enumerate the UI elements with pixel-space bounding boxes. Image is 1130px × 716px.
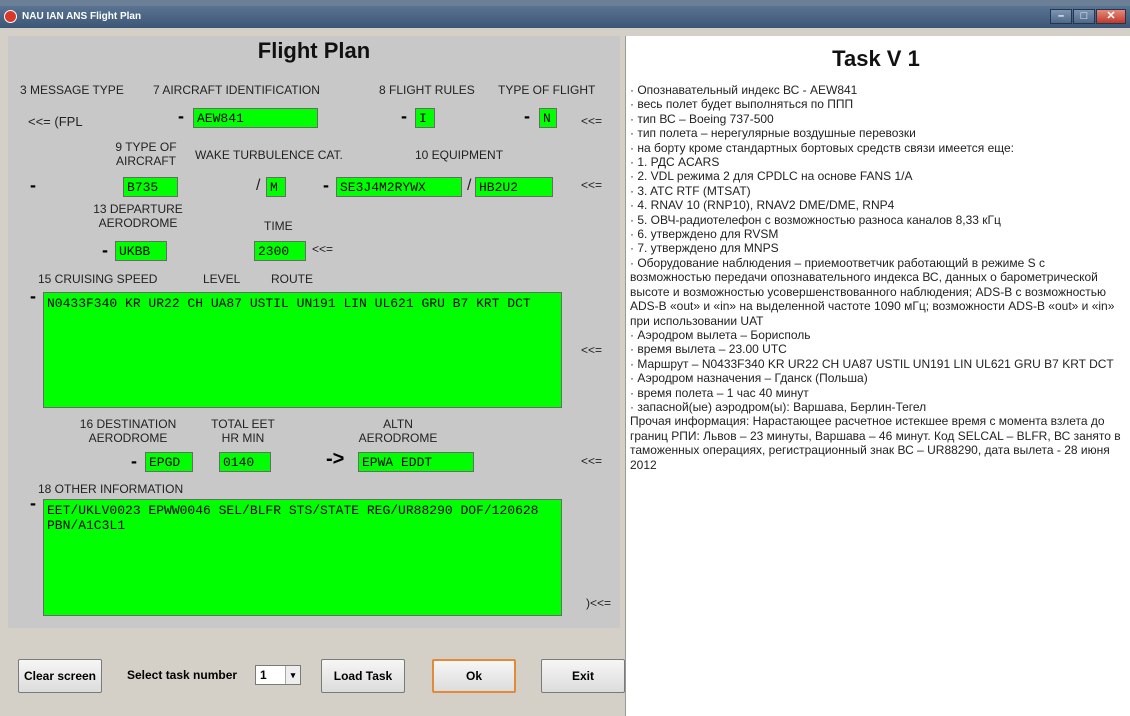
- task-line: · весь полет будет выполняться по ППП: [630, 97, 854, 112]
- task-line: · тип полета – нерегулярные воздушные пе…: [630, 126, 916, 141]
- departure-field[interactable]: UKBB: [115, 241, 167, 261]
- task-line: · Маршрут – N0433F340 KR UR22 CH UA87 US…: [630, 356, 1114, 371]
- window-title: NAU IAN ANS Flight Plan: [22, 11, 142, 22]
- row-end-arrow: <<=: [581, 454, 603, 468]
- label-altn-1: ALTN: [383, 417, 413, 431]
- dash: -: [30, 493, 36, 513]
- dash: -: [30, 175, 36, 195]
- task-line: · Опознавательный индекс ВС - AEW841: [630, 83, 858, 97]
- aircraft-id-field[interactable]: AEW841: [193, 108, 318, 128]
- control-bar: Clear screen Select task number 1 ▾ Load…: [0, 630, 625, 716]
- task-panel[interactable]: Task V 1 · Опознавательный индекс ВС - A…: [625, 36, 1130, 716]
- label-type-of-flight: TYPE OF FLIGHT: [498, 83, 596, 97]
- label-flight-rules: 8 FLIGHT RULES: [379, 83, 475, 97]
- aircraft-type-field[interactable]: B735: [123, 177, 178, 197]
- task-line: · Аэродром назначения – Гданск (Польша): [630, 371, 868, 386]
- task-description: · Опознавательный индекс ВС - AEW841 · в…: [630, 83, 1124, 472]
- minimize-button[interactable]: –: [1050, 9, 1072, 24]
- task-line: · 2. VDL режима 2 для CPDLC на основе FA…: [630, 169, 913, 184]
- label-destination-1: 16 DESTINATION: [79, 417, 177, 431]
- form-title: Flight Plan: [257, 38, 371, 63]
- dash: -: [323, 175, 329, 195]
- dash: -: [524, 106, 530, 126]
- task-number-value: 1: [260, 668, 267, 682]
- task-line: · 1. РДС ACARS: [630, 155, 720, 170]
- task-line: · Оборудование наблюдения – приемоответч…: [630, 255, 1115, 328]
- task-line: · 7. утверждено для MNPS: [630, 241, 779, 256]
- label-equipment: 10 EQUIPMENT: [415, 148, 504, 162]
- chevron-down-icon[interactable]: ▾: [285, 666, 300, 684]
- slash: /: [256, 177, 261, 194]
- label-total-eet-1: TOTAL EET: [211, 417, 275, 431]
- label-aircraft-id: 7 AIRCRAFT IDENTIFICATION: [153, 83, 320, 97]
- task-line: · запасной(ые) аэродром(ы): Варшава, Бер…: [630, 399, 927, 414]
- type-of-flight-field[interactable]: N: [539, 108, 557, 128]
- label-time: TIME: [264, 219, 293, 233]
- altn-field[interactable]: EPWA EDDT: [358, 452, 474, 472]
- row-end-arrow: <<=: [312, 242, 334, 256]
- other-info-field[interactable]: EET/UKLV0023 EPWW0046 SEL/BLFR STS/STATE…: [43, 499, 562, 616]
- task-line: · время полета – 1 час 40 минут: [630, 385, 809, 400]
- label-total-eet-2: HR MIN: [221, 431, 265, 445]
- label-destination-2: AERODROME: [88, 431, 168, 445]
- surveillance-equipment-field[interactable]: HB2U2: [475, 177, 553, 197]
- maximize-button[interactable]: □: [1073, 9, 1095, 24]
- row-end-arrow: <<=: [581, 114, 603, 128]
- flight-plan-form: Flight Plan 3 MESSAGE TYPE 7 AIRCRAFT ID…: [8, 36, 620, 628]
- window-controls: – □ ✕: [1049, 9, 1126, 24]
- row-end-arrow: <<=: [581, 343, 603, 357]
- exit-button[interactable]: Exit: [541, 659, 625, 693]
- total-eet-field[interactable]: 0140: [219, 452, 271, 472]
- label-departure-1: 13 DEPARTURE: [93, 202, 183, 216]
- label-cruising-speed: 15 CRUISING SPEED: [38, 272, 158, 286]
- label-departure-2: AERODROME: [98, 216, 178, 230]
- task-line: · тип ВС – Boeing 737-500: [630, 111, 774, 126]
- dash: -: [131, 451, 137, 471]
- clear-screen-button[interactable]: Clear screen: [18, 659, 102, 693]
- label-other-info: 18 OTHER INFORMATION: [38, 482, 184, 496]
- flight-rules-field[interactable]: I: [415, 108, 435, 128]
- task-line: · 3. ATC RTF (MTSAT): [630, 183, 751, 198]
- dash: -: [401, 106, 407, 126]
- equipment-field[interactable]: SE3J4M2RYWX: [336, 177, 462, 197]
- task-line: · Аэродром вылета – Борисполь: [630, 327, 811, 342]
- label-route: ROUTE: [271, 272, 313, 286]
- app-icon: [4, 10, 17, 23]
- label-level: LEVEL: [203, 272, 241, 286]
- fpl-prefix: <<= (FPL: [28, 114, 83, 129]
- label-type-of-aircraft-2: AIRCRAFT: [116, 154, 176, 168]
- slash: /: [467, 177, 472, 194]
- label-altn-2: AERODROME: [358, 431, 438, 445]
- row-end-arrow: <<=: [581, 178, 603, 192]
- destination-field[interactable]: EPGD: [145, 452, 193, 472]
- dash: -: [102, 240, 108, 260]
- select-task-label: Select task number: [127, 668, 238, 682]
- dash: -: [178, 106, 184, 126]
- window-titlebar[interactable]: NAU IAN ANS Flight Plan – □ ✕: [0, 6, 1130, 28]
- label-type-of-aircraft-1: 9 TYPE OF: [115, 140, 177, 154]
- task-line: · на борту кроме стандартных бортовых ср…: [630, 140, 1014, 155]
- task-number-select[interactable]: 1 ▾: [255, 665, 301, 685]
- label-wake-turbulence: WAKE TURBULENCE CAT.: [195, 148, 343, 162]
- load-task-button[interactable]: Load Task: [321, 659, 405, 693]
- task-line: · 5. ОВЧ-радиотелефон с возможностью раз…: [630, 212, 1001, 227]
- task-line: · 6. утверждено для RVSM: [630, 227, 779, 242]
- route-field[interactable]: N0433F340 KR UR22 CH UA87 USTIL UN191 LI…: [43, 292, 562, 408]
- task-line: Прочая информация: Нарастающее расчетное…: [630, 414, 1121, 472]
- dash: -: [30, 286, 36, 306]
- task-title: Task V 1: [832, 46, 920, 71]
- altn-arrow: ->: [326, 448, 345, 470]
- label-message-type: 3 MESSAGE TYPE: [20, 83, 124, 97]
- close-button[interactable]: ✕: [1096, 9, 1126, 24]
- final-arrow: )<<=: [586, 596, 612, 610]
- task-line: · время вылета – 23.00 UTC: [630, 342, 787, 357]
- wake-turbulence-field[interactable]: M: [266, 177, 286, 197]
- ok-button[interactable]: Ok: [432, 659, 516, 693]
- main-window: Flight Plan 3 MESSAGE TYPE 7 AIRCRAFT ID…: [0, 28, 1130, 716]
- time-field[interactable]: 2300: [254, 241, 306, 261]
- task-line: · 4. RNAV 10 (RNP10), RNAV2 DME/DME, RNP…: [630, 198, 895, 213]
